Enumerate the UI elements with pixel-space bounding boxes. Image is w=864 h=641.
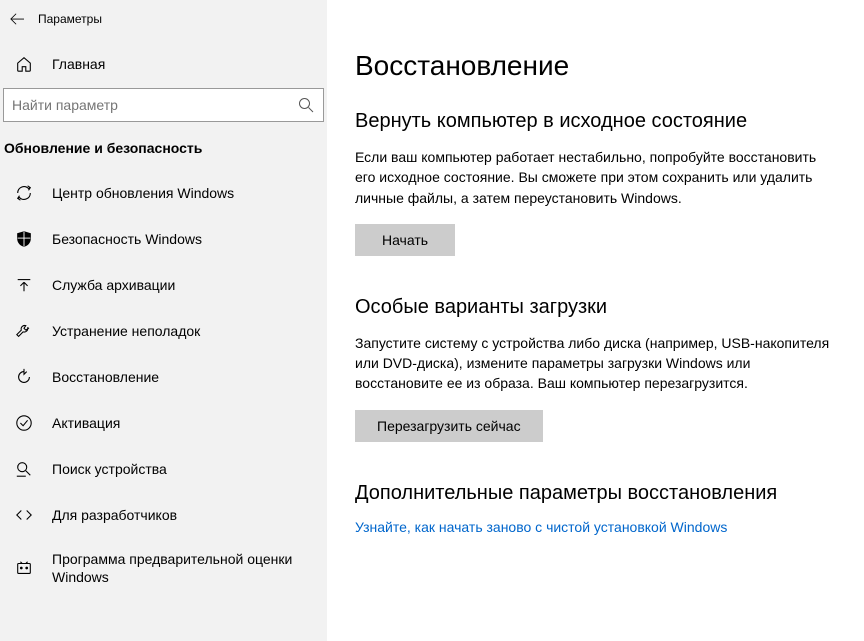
sidebar-item-troubleshoot[interactable]: Устранение неполадок	[0, 308, 327, 354]
shield-icon	[14, 229, 34, 249]
insider-icon	[14, 558, 34, 578]
activation-icon	[14, 413, 34, 433]
sidebar-item-label: Поиск устройства	[52, 460, 167, 478]
sidebar-nav: Центр обновления Windows Безопасность Wi…	[0, 170, 327, 598]
sidebar-item-windows-security[interactable]: Безопасность Windows	[0, 216, 327, 262]
sidebar-item-windows-update[interactable]: Центр обновления Windows	[0, 170, 327, 216]
sidebar-item-label: Для разработчиков	[52, 506, 177, 524]
window-title: Параметры	[38, 12, 102, 26]
sidebar-item-find-device[interactable]: Поиск устройства	[0, 446, 327, 492]
sidebar-item-label: Устранение неполадок	[52, 322, 200, 340]
sidebar-item-label: Восстановление	[52, 368, 159, 386]
restart-now-button[interactable]: Перезагрузить сейчас	[355, 410, 543, 442]
sidebar: Параметры Главная Обновление и безопасно…	[0, 0, 327, 641]
content-area: Восстановление Вернуть компьютер в исход…	[327, 0, 864, 641]
section-heading: Дополнительные параметры восстановления	[355, 482, 836, 505]
sidebar-item-activation[interactable]: Активация	[0, 400, 327, 446]
section-body: Если ваш компьютер работает нестабильно,…	[355, 147, 835, 208]
section-heading: Особые варианты загрузки	[355, 296, 836, 319]
backup-icon	[14, 275, 34, 295]
sync-icon	[14, 183, 34, 203]
sidebar-item-recovery[interactable]: Восстановление	[0, 354, 327, 400]
page-title: Восстановление	[355, 50, 836, 82]
back-button[interactable]	[4, 6, 30, 32]
recovery-icon	[14, 367, 34, 387]
sidebar-item-insider[interactable]: Программа предварительной оценки Windows	[0, 538, 327, 598]
sidebar-item-label: Активация	[52, 414, 120, 432]
search-box[interactable]	[3, 88, 324, 122]
section-body: Запустите систему с устройства либо диск…	[355, 333, 835, 394]
sidebar-item-developers[interactable]: Для разработчиков	[0, 492, 327, 538]
titlebar: Параметры	[0, 0, 327, 44]
sidebar-section-title: Обновление и безопасность	[0, 140, 327, 170]
sidebar-home[interactable]: Главная	[0, 44, 327, 88]
wrench-icon	[14, 321, 34, 341]
sidebar-item-backup[interactable]: Служба архивации	[0, 262, 327, 308]
sidebar-item-label: Программа предварительной оценки Windows	[52, 550, 313, 586]
search-input[interactable]	[12, 97, 297, 113]
get-started-button[interactable]: Начать	[355, 224, 455, 256]
arrow-left-icon	[10, 12, 24, 26]
section-advanced-startup: Особые варианты загрузки Запустите систе…	[355, 296, 836, 442]
section-reset-pc: Вернуть компьютер в исходное состояние Е…	[355, 110, 836, 256]
find-device-icon	[14, 459, 34, 479]
sidebar-item-label: Безопасность Windows	[52, 230, 202, 248]
section-more-recovery: Дополнительные параметры восстановления …	[355, 482, 836, 535]
sidebar-item-label: Служба архивации	[52, 276, 175, 294]
sidebar-home-label: Главная	[52, 56, 105, 72]
section-heading: Вернуть компьютер в исходное состояние	[355, 110, 836, 133]
home-icon	[14, 54, 34, 74]
developers-icon	[14, 505, 34, 525]
fresh-start-link[interactable]: Узнайте, как начать заново с чистой уста…	[355, 519, 727, 535]
sidebar-item-label: Центр обновления Windows	[52, 184, 234, 202]
search-icon	[297, 96, 315, 114]
